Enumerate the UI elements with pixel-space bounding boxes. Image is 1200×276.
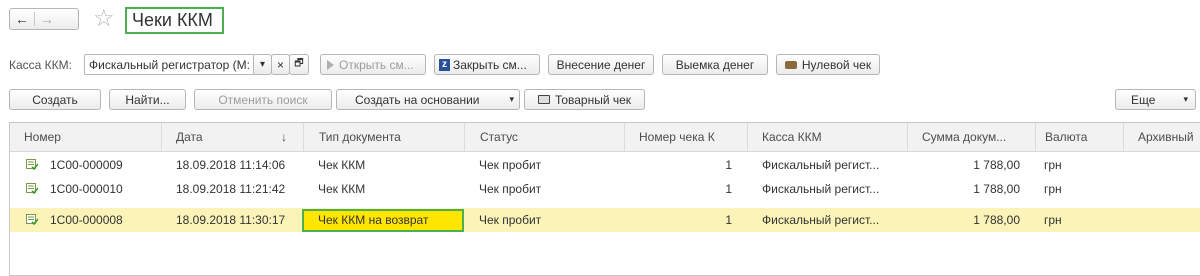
more-button[interactable]: Еще ▾ (1115, 89, 1196, 110)
favorite-star-icon[interactable]: ☆ (93, 6, 115, 32)
cell-sum: 1 788,00 (973, 213, 1020, 227)
create-based-on-label: Создать на основании (355, 92, 480, 107)
chevron-down-icon: ▾ (1183, 94, 1188, 104)
sort-arrow-icon: ↓ (281, 130, 287, 144)
chevron-down-icon: ▾ (259, 59, 266, 70)
cell-number: 1С00-000010 (50, 182, 123, 196)
kassa-label: Касса ККМ: (9, 58, 72, 72)
column-check-number[interactable]: Номер чека К (625, 123, 748, 151)
documents-table: Номер Дата ↓ Тип документа Статус Номер … (9, 122, 1200, 276)
cell-check-number: 1 (725, 158, 732, 172)
play-icon (327, 59, 334, 70)
cell-currency: грн (1044, 213, 1062, 227)
close-shift-icon: z (439, 58, 450, 71)
zero-check-button[interactable]: Нулевой чек (776, 54, 880, 75)
cell-status: Чек пробит (479, 213, 542, 227)
cell-date: 18.09.2018 11:21:42 (176, 182, 286, 196)
cell-check-number: 1 (725, 213, 732, 227)
cell-kassa: Фискальный регист... (762, 213, 880, 227)
find-button[interactable]: Найти... (109, 89, 186, 110)
cell-currency: грн (1044, 182, 1062, 196)
wallet-icon (784, 60, 797, 69)
cell-type-highlighted: Чек ККМ на возврат (302, 209, 464, 232)
create-button[interactable]: Создать (9, 89, 101, 110)
table-header: Номер Дата ↓ Тип документа Статус Номер … (10, 123, 1200, 152)
chevron-down-icon: ▾ (509, 94, 514, 104)
withdraw-money-button[interactable]: Выемка денег (662, 54, 768, 75)
cell-sum: 1 788,00 (973, 182, 1020, 196)
cell-type: Чек ККМ (318, 158, 366, 172)
create-based-on-button[interactable]: Создать на основании ▾ (336, 89, 520, 110)
kassa-field-value: Фискальный регистратор (М: (89, 58, 250, 72)
cell-type: Чек ККМ (318, 182, 366, 196)
nav-buttons: ← → (9, 8, 79, 30)
cell-date: 18.09.2018 11:14:06 (176, 158, 286, 172)
create-label: Создать (32, 92, 78, 107)
cell-kassa: Фискальный регист... (762, 182, 880, 196)
kassa-field[interactable]: Фискальный регистратор (М: (84, 54, 255, 75)
forward-button[interactable]: → (35, 11, 59, 27)
deposit-money-label: Внесение денег (556, 57, 646, 72)
cell-number: 1С00-000008 (50, 213, 123, 227)
column-sum[interactable]: Сумма докум... (908, 123, 1036, 151)
table-row[interactable]: 1С00-000010 18.09.2018 11:21:42 Чек ККМ … (10, 177, 1200, 201)
close-shift-button[interactable]: z Закрыть см... (434, 54, 540, 75)
cell-number: 1С00-000009 (50, 158, 123, 172)
kassa-dropdown-button[interactable]: ▾ (253, 54, 272, 75)
deposit-money-button[interactable]: Внесение денег (548, 54, 654, 75)
close-icon: × (276, 57, 284, 72)
cancel-search-button[interactable]: Отменить поиск (194, 89, 332, 110)
cell-sum: 1 788,00 (973, 158, 1020, 172)
back-button[interactable]: ← (10, 11, 34, 27)
cell-archive (1124, 177, 1200, 201)
column-kassa[interactable]: Касса ККМ (748, 123, 908, 151)
document-posted-icon (26, 214, 39, 226)
cell-kassa: Фискальный регист... (762, 158, 880, 172)
close-shift-label: Закрыть см... (453, 57, 527, 72)
cell-archive (1124, 153, 1200, 177)
kassa-clear-button[interactable]: × (271, 54, 290, 75)
goods-check-button[interactable]: Товарный чек (524, 89, 645, 110)
column-archive[interactable]: Архивный (1124, 123, 1200, 151)
cell-date: 18.09.2018 11:30:17 (176, 213, 286, 227)
document-posted-icon (26, 159, 39, 171)
page-title: Чеки ККМ (125, 7, 224, 34)
withdraw-money-label: Выемка денег (675, 57, 755, 72)
cell-status: Чек пробит (479, 182, 542, 196)
goods-check-label: Товарный чек (554, 92, 632, 107)
zero-check-label: Нулевой чек (801, 57, 872, 72)
column-type[interactable]: Тип документа (304, 123, 465, 151)
cancel-search-label: Отменить поиск (218, 92, 308, 107)
column-date[interactable]: Дата ↓ (162, 123, 304, 151)
cell-archive (1124, 208, 1200, 232)
document-posted-icon (26, 183, 39, 195)
table-row[interactable]: 1С00-000009 18.09.2018 11:14:06 Чек ККМ … (10, 153, 1200, 177)
cell-status: Чек пробит (479, 158, 542, 172)
column-currency[interactable]: Валюта (1036, 123, 1124, 151)
open-shift-button[interactable]: Открыть см... (320, 54, 426, 75)
kassa-open-button[interactable]: 🗗 (289, 54, 309, 75)
column-status[interactable]: Статус (465, 123, 625, 151)
open-window-icon: 🗗 (294, 58, 304, 69)
open-shift-label: Открыть см... (339, 57, 414, 72)
column-date-label: Дата (176, 130, 203, 144)
cell-currency: грн (1044, 158, 1062, 172)
table-row-selected[interactable]: 1С00-000008 18.09.2018 11:30:17 Чек ККМ … (10, 208, 1200, 232)
printer-icon (537, 95, 550, 104)
cell-check-number: 1 (725, 182, 732, 196)
more-label: Еще (1131, 92, 1156, 107)
column-number[interactable]: Номер (10, 123, 162, 151)
find-label: Найти... (125, 92, 170, 107)
